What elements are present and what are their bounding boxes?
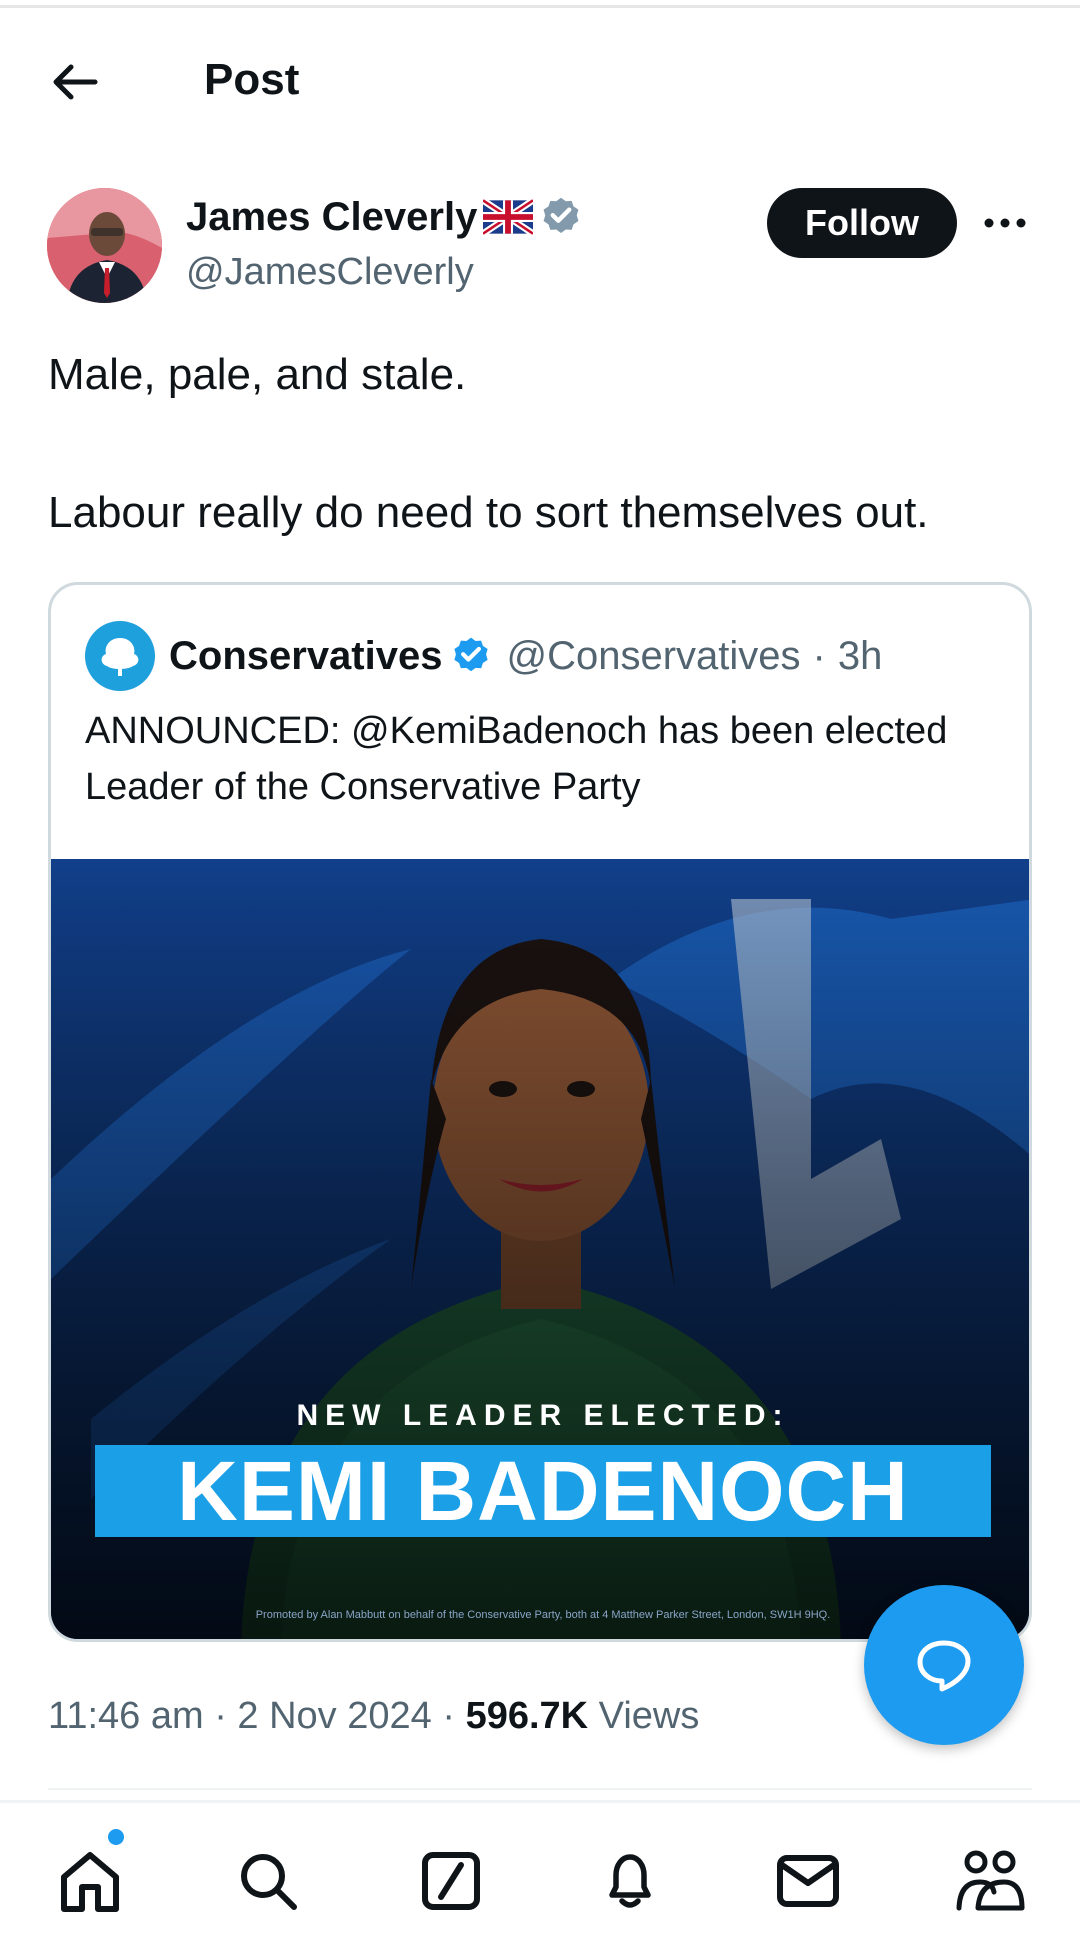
quote-separator: · [812,633,826,678]
mail-icon [777,1855,839,1907]
post-line-2: Labour really do need to sort themselves… [48,488,929,537]
chat-bubble-icon [917,1640,971,1692]
quote-text: ANNOUNCED: @KemiBadenoch has been electe… [85,710,948,808]
quote-header: Conservatives @Conservatives · 3h [85,621,882,691]
verified-badge-icon [543,197,579,233]
follow-button[interactable]: Follow [767,188,957,258]
quote-time: 3h [837,633,883,678]
reply-fab-button[interactable] [864,1585,1024,1745]
nav-notifications[interactable] [590,1841,670,1921]
search-icon [241,1854,297,1910]
meta-separator: · [214,1695,227,1737]
arrow-left-icon [53,64,98,100]
nav-home[interactable] [50,1841,130,1921]
top-divider [0,0,1080,8]
views-count[interactable]: 596.7K [466,1695,589,1737]
author-handle[interactable]: @JamesCleverly [186,248,474,296]
image-label-new-leader: NEW LEADER ELECTED: [296,1399,790,1432]
quote-author-handle: @Conservatives [506,633,801,678]
bell-icon [609,1854,651,1908]
divider [48,1788,1032,1790]
quoted-post-card[interactable]: Conservatives @Conservatives · 3h ANNOUN… [48,582,1032,1642]
quote-image[interactable]: NEW LEADER ELECTED: KEMI BADENOCH Promot… [51,859,1029,1639]
post-date: 2 Nov 2024 [237,1695,432,1737]
back-button[interactable] [40,52,110,112]
more-options-button[interactable] [980,200,1030,246]
image-name-banner: KEMI BADENOCH [95,1445,991,1537]
uk-flag-icon [483,199,534,235]
post-time: 11:46 am [48,1695,204,1737]
nav-communities[interactable] [950,1841,1030,1921]
views-label: Views [598,1695,700,1737]
meta-separator: · [442,1695,455,1737]
home-notification-dot [108,1829,124,1845]
page-title: Post [204,55,300,104]
quote-author-name[interactable]: Conservatives [169,634,442,679]
post-meta: 11:46 am · 2 Nov 2024 · 596.7K Views [48,1688,699,1744]
bottom-navigation [0,1800,1080,1946]
verified-badge-icon [454,637,489,672]
author-name[interactable]: James Cleverly [186,192,583,242]
nav-messages[interactable] [768,1841,848,1921]
post-text: Male, pale, and stale. Labour really do … [48,345,1038,543]
nav-grok[interactable] [411,1841,491,1921]
tree-logo-icon [101,638,139,676]
more-dots-icon [984,218,1026,228]
post-line-1: Male, pale, and stale. [48,350,467,399]
communities-icon [956,1850,1025,1911]
avatar-image [47,188,162,303]
author-name-text: James Cleverly [186,195,478,239]
image-banner-text: KEMI BADENOCH [177,1444,909,1538]
compose-slash-icon [422,1852,480,1910]
nav-search[interactable] [228,1841,308,1921]
header: Post [0,30,1080,130]
avatar[interactable] [47,188,162,303]
conservatives-avatar[interactable] [85,621,155,691]
home-icon [61,1852,119,1912]
